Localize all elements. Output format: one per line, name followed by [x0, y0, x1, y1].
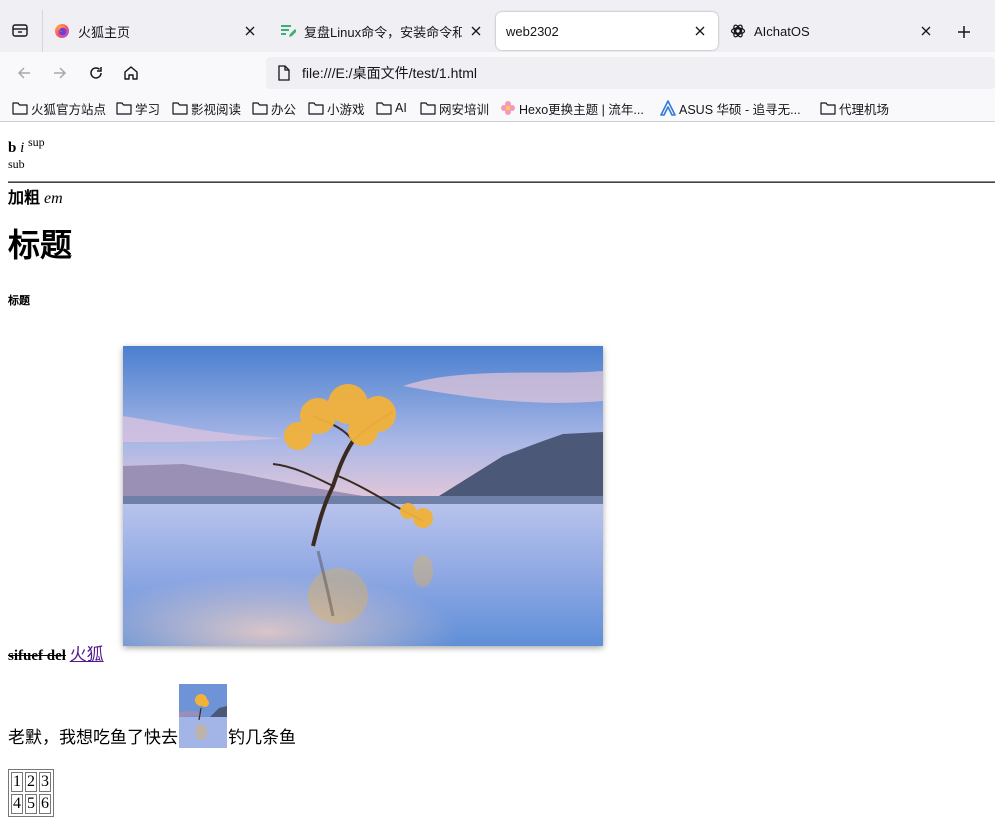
- sentence-line: 老默，我想吃鱼了快去 钓几条鱼: [8, 684, 296, 748]
- bold-text: b: [8, 140, 17, 156]
- edit-note-icon: [280, 23, 296, 39]
- folder-icon: [172, 100, 188, 116]
- small-lake-thumbnail: [179, 684, 227, 748]
- table-row: 1 2 3: [11, 772, 51, 792]
- close-icon[interactable]: [242, 23, 258, 39]
- bookmark-folder[interactable]: 小游戏: [308, 98, 365, 118]
- table-cell: 5: [25, 794, 37, 814]
- formatting-line: b i sup: [8, 132, 45, 158]
- sentence-before-text: 老默，我想吃鱼了快去: [8, 728, 178, 747]
- bookmark-label: ASUS 华硕 - 追寻无...: [679, 102, 801, 117]
- folder-icon: [252, 100, 268, 116]
- bookmark-label: 网安培训: [439, 102, 490, 117]
- bookmark-label: 影视阅读: [191, 102, 242, 117]
- bookmark-label: AI: [395, 101, 407, 115]
- forward-arrow-icon[interactable]: [48, 61, 72, 85]
- address-bar[interactable]: file:///E:/桌面文件/test/1.html: [266, 57, 995, 89]
- bookmarks-toolbar: 火狐官方站点 学习 影视阅读 办公 小游戏 AI 网安培训 Hexo更换主题 |…: [0, 94, 995, 122]
- page-heading-h6: 标题: [8, 295, 30, 307]
- folder-icon: [420, 100, 436, 116]
- tab-title: web2302: [506, 23, 559, 39]
- bookmark-folder[interactable]: 代理机场: [820, 98, 889, 118]
- home-icon[interactable]: [119, 61, 143, 85]
- tab-strip: 火狐主页 复盘Linux命令，安装命令和工具 web2302 AIchatOS: [0, 0, 995, 52]
- bookmark-label: 小游戏: [327, 102, 365, 117]
- page-heading-h1: 标题: [8, 227, 73, 263]
- tab-linux-notes[interactable]: 复盘Linux命令，安装命令和工具: [270, 12, 494, 50]
- flower-icon: [500, 100, 516, 116]
- del-link-line: sifuef del 火狐: [8, 645, 104, 666]
- bookmark-label: 学习: [135, 102, 161, 117]
- bookmark-label: 代理机场: [839, 102, 890, 117]
- bookmark-link[interactable]: ASUS 华硕 - 追寻无...: [660, 98, 801, 118]
- bookmark-folder[interactable]: AI: [376, 98, 407, 118]
- bookmark-folder[interactable]: 网安培训: [420, 98, 489, 118]
- back-arrow-icon[interactable]: [12, 61, 36, 85]
- lake-tree-image: [123, 346, 603, 646]
- bookmark-label: 火狐官方站点: [31, 102, 107, 117]
- tab-title: AIchatOS: [754, 23, 810, 39]
- firefox-link[interactable]: 火狐: [70, 645, 104, 664]
- bookmark-label: 办公: [271, 102, 297, 117]
- table-row: 4 5 6: [11, 794, 51, 814]
- tab-separator: [42, 10, 43, 52]
- tab-title: 火狐主页: [78, 24, 131, 40]
- url-text[interactable]: file:///E:/桌面文件/test/1.html: [302, 63, 477, 83]
- tab-title: 复盘Linux命令，安装命令和工具: [304, 24, 462, 40]
- folder-icon: [12, 100, 28, 116]
- superscript-text: sup: [28, 135, 45, 149]
- deleted-text: sifuef del: [8, 648, 66, 664]
- tab-web2302[interactable]: web2302: [496, 12, 718, 50]
- number-table: 1 2 3 4 5 6: [8, 769, 54, 817]
- asus-icon: [660, 100, 676, 116]
- tab-aichatos[interactable]: AIchatOS: [720, 12, 944, 50]
- reload-icon[interactable]: [84, 61, 108, 85]
- close-icon[interactable]: [918, 23, 934, 39]
- page-icon: [276, 65, 292, 81]
- bookmark-folder[interactable]: 影视阅读: [172, 98, 241, 118]
- emphasis-line: 加粗 em: [8, 188, 63, 210]
- bookmark-folder[interactable]: 学习: [116, 98, 160, 118]
- close-icon[interactable]: [692, 23, 708, 39]
- table-cell: 2: [25, 772, 37, 792]
- sentence-after-text: 钓几条鱼: [228, 728, 296, 747]
- folder-icon: [820, 100, 836, 116]
- subscript-text: sub: [8, 157, 25, 171]
- folder-icon: [376, 100, 392, 116]
- page-content: b i sup sub 加粗 em 标题 标题 sifuef del 火狐 老默…: [0, 122, 995, 820]
- openai-icon: [730, 23, 746, 39]
- bookmark-link[interactable]: Hexo更换主题 | 流年...: [500, 98, 644, 118]
- italic-text: i: [20, 140, 25, 156]
- bookmark-folder[interactable]: 火狐官方站点: [12, 98, 106, 118]
- em-text: em: [44, 190, 63, 207]
- bookmark-folder[interactable]: 办公: [252, 98, 296, 118]
- table-cell: 6: [39, 794, 51, 814]
- tab-overview-icon[interactable]: [8, 18, 32, 42]
- firefox-icon: [54, 23, 70, 39]
- tab-firefox-home[interactable]: 火狐主页: [44, 12, 268, 50]
- folder-icon: [116, 100, 132, 116]
- bookmark-label: Hexo更换主题 | 流年...: [519, 102, 644, 117]
- table-cell: 4: [11, 794, 23, 814]
- table-cell: 1: [11, 772, 23, 792]
- folder-icon: [308, 100, 324, 116]
- new-tab-plus-icon[interactable]: [952, 20, 976, 44]
- horizontal-rule: [8, 181, 995, 183]
- close-icon[interactable]: [468, 23, 484, 39]
- table-cell: 3: [39, 772, 51, 792]
- strong-text: 加粗: [8, 190, 41, 207]
